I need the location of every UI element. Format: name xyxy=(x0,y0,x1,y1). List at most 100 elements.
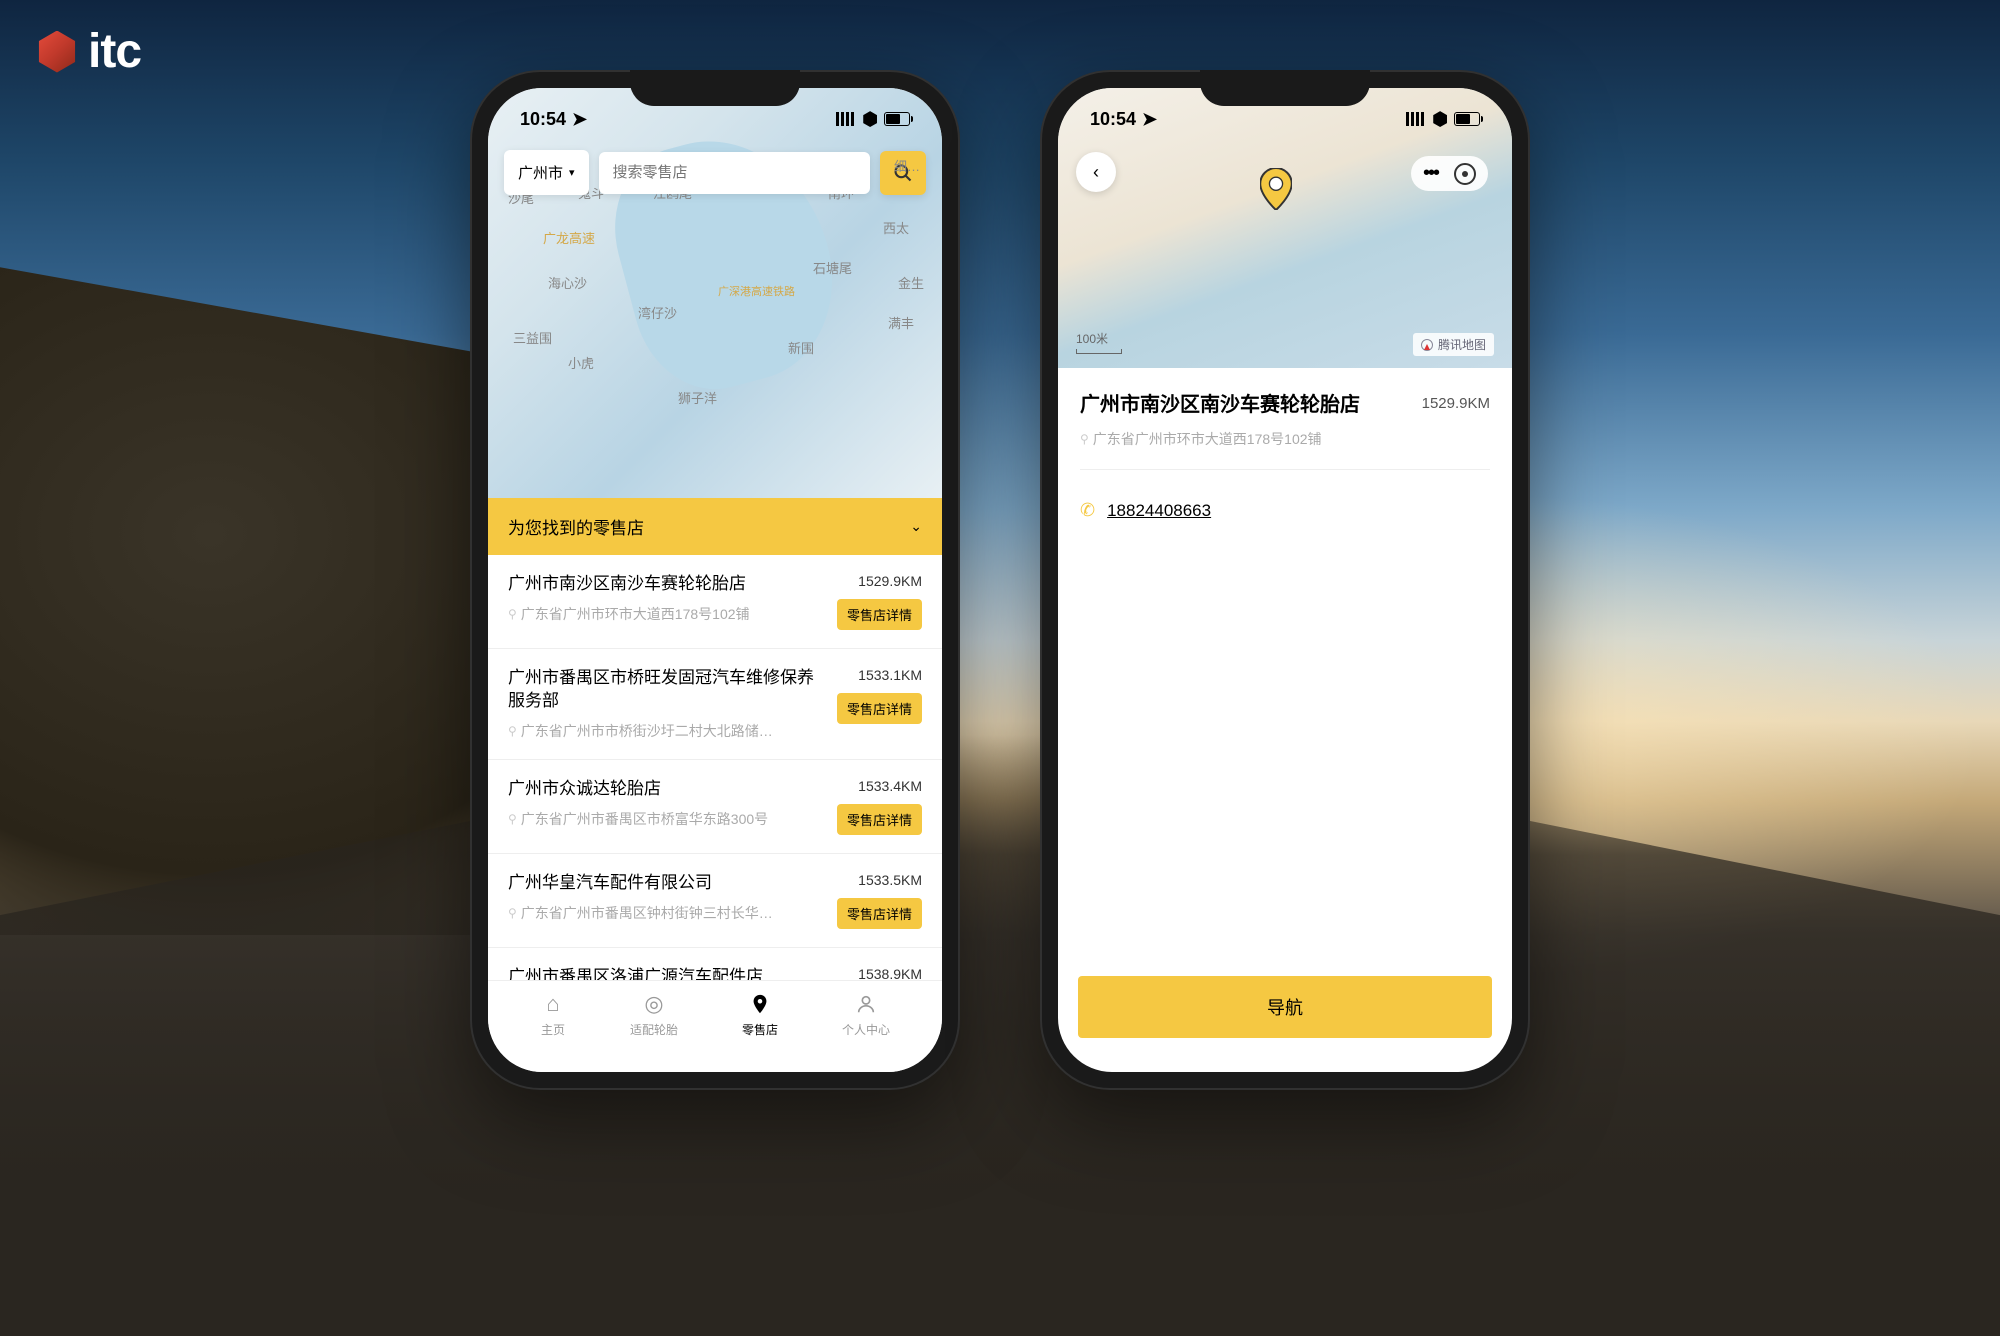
store-name: 广州市南沙区南沙车赛轮轮胎店 xyxy=(508,573,825,596)
tab-label: 主页 xyxy=(541,1021,565,1038)
chevron-down-icon: ▾ xyxy=(569,166,575,179)
mini-program-controls: ••• xyxy=(1411,156,1488,191)
store-distance: 1533.4KM xyxy=(858,778,922,794)
tab-home[interactable]: ⌂ 主页 xyxy=(540,991,566,1048)
map-label: 狮子洋 xyxy=(678,388,717,407)
tire-icon: ◎ xyxy=(641,991,667,1017)
brand-logo: itc xyxy=(36,24,141,79)
store-distance: 1533.1KM xyxy=(858,667,922,683)
signal-icon xyxy=(1406,112,1426,126)
tab-stores[interactable]: 零售店 xyxy=(742,991,778,1048)
map-label: 满丰 xyxy=(888,313,914,332)
phone-screen: 10:54 ➤ ⬢ 沙尾 鬼斗 江鸥尾 南环 西太 广龙高速 海心沙 湾仔沙 xyxy=(488,88,942,1072)
map-view[interactable]: 沙尾 鬼斗 江鸥尾 南环 西太 广龙高速 海心沙 湾仔沙 广深港高速铁路 石塘尾… xyxy=(488,88,942,498)
pin-icon: ⚲ xyxy=(508,812,517,826)
status-time: 10:54 xyxy=(1090,109,1136,130)
mini-extra-text: 细… xyxy=(894,156,920,175)
pin-icon: ⚲ xyxy=(508,724,517,738)
city-selector[interactable]: 广州市 ▾ xyxy=(504,150,589,195)
map-label: 三益围 xyxy=(513,328,552,347)
map-label: 海心沙 xyxy=(548,273,587,292)
chevron-down-icon: ⌄ xyxy=(910,518,922,535)
logo-icon xyxy=(36,31,78,73)
target-icon[interactable] xyxy=(1454,163,1476,185)
map-label: 西太 xyxy=(883,218,909,237)
map-label: 石塘尾 xyxy=(813,258,852,277)
wifi-icon: ⬢ xyxy=(1432,109,1448,130)
store-distance: 1529.9KM xyxy=(858,573,922,589)
store-address: 广东省广州市番禺区市桥富华东路300号 xyxy=(521,809,768,829)
tab-tires[interactable]: ◎ 适配轮胎 xyxy=(630,991,678,1048)
compass-icon xyxy=(1421,339,1433,351)
map-label: 广龙高速 xyxy=(543,228,595,247)
map-attribution: 腾讯地图 xyxy=(1413,333,1494,356)
attribution-label: 腾讯地图 xyxy=(1438,336,1486,353)
mini-program-controls: 细… xyxy=(894,156,920,175)
person-icon xyxy=(853,991,879,1017)
store-detail-card: 广州市南沙区南沙车赛轮轮胎店 1529.9KM ⚲ 广东省广州市环市大道西178… xyxy=(1058,368,1512,469)
status-bar: 10:54 ➤ ⬢ xyxy=(1058,88,1512,138)
phone-screen: 10:54 ➤ ⬢ ‹ ••• xyxy=(1058,88,1512,1072)
pin-icon: ⚲ xyxy=(508,607,517,621)
logo-text: itc xyxy=(88,24,141,79)
store-distance: 1533.5KM xyxy=(858,872,922,888)
home-icon: ⌂ xyxy=(540,991,566,1017)
store-item[interactable]: 广州市番禺区市桥旺发固冠汽车维修保养服务部 ⚲广东省广州市市桥街沙圩二村大北路储… xyxy=(488,649,942,760)
location-arrow-icon: ➤ xyxy=(1142,109,1157,130)
nav-button-wrap: 导航 xyxy=(1078,976,1492,1038)
signal-icon xyxy=(836,112,856,126)
navigate-button[interactable]: 导航 xyxy=(1078,976,1492,1038)
store-distance: 1529.9KM xyxy=(1422,392,1490,412)
phone-section[interactable]: ✆ 18824408663 xyxy=(1058,470,1512,551)
store-address: 广东省广州市环市大道西178号102铺 xyxy=(521,604,750,624)
map-label: 金生 xyxy=(898,273,924,292)
store-address: 广东省广州市番禺区钟村街钟三村长华… xyxy=(521,903,773,923)
status-time: 10:54 xyxy=(520,109,566,130)
chevron-left-icon: ‹ xyxy=(1093,162,1099,183)
map-label: 广深港高速铁路 xyxy=(718,283,795,299)
tab-profile[interactable]: 个人中心 xyxy=(842,991,890,1048)
location-arrow-icon: ➤ xyxy=(572,109,587,130)
map-pin-marker xyxy=(1260,168,1292,210)
store-name: 广州华皇汽车配件有限公司 xyxy=(508,872,825,895)
phone-store-list: 10:54 ➤ ⬢ 沙尾 鬼斗 江鸥尾 南环 西太 广龙高速 海心沙 湾仔沙 xyxy=(470,70,960,1090)
store-name: 广州市番禺区市桥旺发固冠汽车维修保养服务部 xyxy=(508,667,825,713)
pin-icon: ⚲ xyxy=(508,906,517,920)
store-item[interactable]: 广州市南沙区南沙车赛轮轮胎店 ⚲ 广东省广州市环市大道西178号102铺 1529… xyxy=(488,555,942,649)
store-address: 广东省广州市环市大道西178号102铺 xyxy=(1093,429,1322,449)
more-icon[interactable]: ••• xyxy=(1423,162,1438,185)
results-header[interactable]: 为您找到的零售店 ⌄ xyxy=(488,498,942,555)
store-detail-button[interactable]: 零售店详情 xyxy=(837,599,922,630)
map-label: 小虎 xyxy=(568,353,594,372)
wifi-icon: ⬢ xyxy=(862,109,878,130)
phone-store-detail: 10:54 ➤ ⬢ ‹ ••• xyxy=(1040,70,1530,1090)
store-item[interactable]: 广州华皇汽车配件有限公司 ⚲ 广东省广州市番禺区钟村街钟三村长华… 1533.5K… xyxy=(488,854,942,948)
map-label: 湾仔沙 xyxy=(638,303,677,322)
pin-icon: ⚲ xyxy=(1080,432,1089,446)
phone-number[interactable]: 18824408663 xyxy=(1107,501,1211,521)
phone-icon: ✆ xyxy=(1080,500,1095,521)
search-row: 广州市 ▾ xyxy=(504,150,926,195)
battery-icon xyxy=(1454,112,1480,126)
search-input-wrap xyxy=(599,152,870,194)
battery-icon xyxy=(884,112,910,126)
pin-icon xyxy=(747,991,773,1017)
store-title: 广州市南沙区南沙车赛轮轮胎店 xyxy=(1080,392,1410,419)
store-detail-button[interactable]: 零售店详情 xyxy=(837,804,922,835)
results-header-label: 为您找到的零售店 xyxy=(508,514,644,539)
search-input[interactable] xyxy=(613,164,856,181)
tab-label: 零售店 xyxy=(742,1021,778,1038)
scale-label: 100米 xyxy=(1076,332,1108,346)
tab-bar: ⌂ 主页 ◎ 适配轮胎 零售店 个人中心 xyxy=(488,980,942,1072)
store-detail-button[interactable]: 零售店详情 xyxy=(837,898,922,929)
status-bar: 10:54 ➤ ⬢ xyxy=(488,88,942,138)
store-name: 广州市众诚达轮胎店 xyxy=(508,778,825,801)
tab-label: 适配轮胎 xyxy=(630,1021,678,1038)
map-scale: 100米 xyxy=(1076,330,1122,354)
store-item[interactable]: 广州市众诚达轮胎店 ⚲广东省广州市番禺区市桥富华东路300号 1533.4KM … xyxy=(488,760,942,854)
phones-container: 10:54 ➤ ⬢ 沙尾 鬼斗 江鸥尾 南环 西太 广龙高速 海心沙 湾仔沙 xyxy=(470,70,1530,1090)
store-list[interactable]: 广州市南沙区南沙车赛轮轮胎店 ⚲ 广东省广州市环市大道西178号102铺 1529… xyxy=(488,555,942,1015)
city-label: 广州市 xyxy=(518,162,563,183)
store-detail-button[interactable]: 零售店详情 xyxy=(837,693,922,724)
back-button[interactable]: ‹ xyxy=(1076,152,1116,192)
